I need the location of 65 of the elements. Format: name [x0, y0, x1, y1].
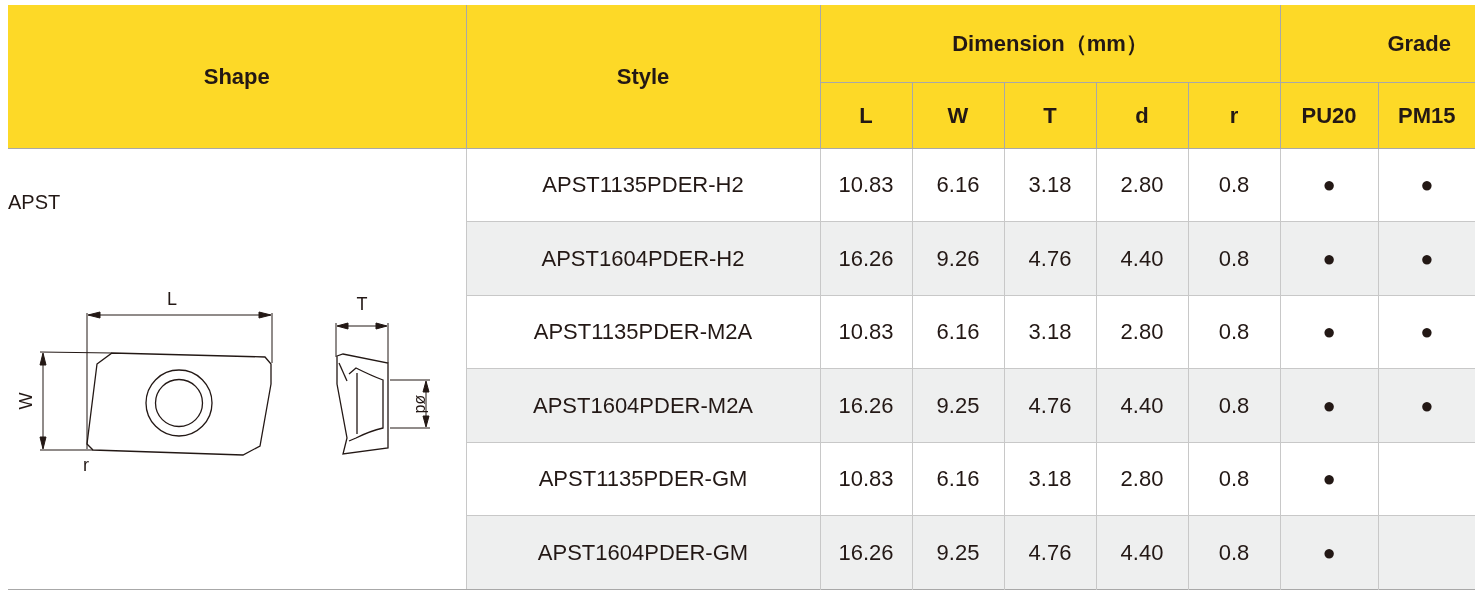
- table-cell: 9.26: [912, 221, 1004, 295]
- column-header: r: [1188, 82, 1281, 148]
- table-cell: 0.8: [1188, 368, 1281, 442]
- table-cell: 10.83: [820, 148, 912, 222]
- table-cell: 16.26: [820, 368, 912, 442]
- table-cell: 4.76: [1004, 221, 1096, 295]
- table-cell: 10.83: [820, 295, 912, 369]
- dimension-label: W: [16, 392, 36, 409]
- column-header: Style: [466, 5, 820, 148]
- table-cell: 9.25: [912, 368, 1004, 442]
- table-cell: 6.16: [912, 148, 1004, 222]
- table-cell: 6.16: [912, 295, 1004, 369]
- shape-name: APST: [8, 190, 61, 213]
- table-cell: ●: [1280, 221, 1379, 295]
- column-header: d: [1096, 82, 1188, 148]
- table-cell: APST1604PDER-H2: [466, 221, 820, 295]
- column-header: Grade: [1280, 5, 1476, 82]
- table-cell: 3.18: [1004, 148, 1096, 222]
- table-cell: ●: [1280, 515, 1379, 589]
- column-header: T: [1004, 82, 1096, 148]
- column-header: PM15: [1378, 82, 1476, 148]
- thickness-dimension-line: [335, 322, 389, 363]
- table-cell: 2.80: [1096, 295, 1188, 369]
- column-header: PU20: [1280, 82, 1379, 148]
- table-cell: APST1135PDER-GM: [466, 442, 820, 516]
- dimension-label: T: [356, 293, 368, 314]
- table-cell: 4.40: [1096, 515, 1188, 589]
- dimension-label: L: [167, 288, 177, 309]
- table-cell: 3.18: [1004, 442, 1096, 516]
- dimension-label: r: [83, 454, 89, 475]
- table-cell: ●: [1280, 442, 1379, 516]
- column-header: Dimension（mm）: [820, 5, 1281, 82]
- table-cell: APST1135PDER-M2A: [466, 295, 820, 369]
- table-cell: 4.40: [1096, 368, 1188, 442]
- table-cell: APST1604PDER-GM: [466, 515, 820, 589]
- table-cell: 3.18: [1004, 295, 1096, 369]
- table-cell: 0.8: [1188, 295, 1281, 369]
- column-header: Shape: [8, 5, 466, 148]
- table-cell: 0.8: [1188, 442, 1281, 516]
- dimension-label: ød: [413, 394, 430, 413]
- table-cell: 4.76: [1004, 515, 1096, 589]
- table-cell: ●: [1378, 148, 1476, 222]
- table-cell: 9.25: [912, 515, 1004, 589]
- table-cell: ●: [1280, 368, 1379, 442]
- table-cell: APST1604PDER-M2A: [466, 368, 820, 442]
- table-cell: ●: [1378, 295, 1476, 369]
- table-cell: 16.26: [820, 515, 912, 589]
- table-cell: 2.80: [1096, 442, 1188, 516]
- table-cell: 2.80: [1096, 148, 1188, 222]
- table-cell: 10.83: [820, 442, 912, 516]
- table-cell: ●: [1280, 295, 1379, 369]
- column-header: W: [912, 82, 1004, 148]
- table-cell: 4.40: [1096, 221, 1188, 295]
- column-header: L: [820, 82, 912, 148]
- table-cell: 6.16: [912, 442, 1004, 516]
- diameter-dimension-line: [389, 379, 431, 428]
- table-cell: ●: [1378, 368, 1476, 442]
- table-cell: 0.8: [1188, 148, 1281, 222]
- table-cell: 16.26: [820, 221, 912, 295]
- table-cell: ●: [1378, 221, 1476, 295]
- table-cell: ●: [1280, 148, 1379, 222]
- table-cell: 4.76: [1004, 368, 1096, 442]
- table-cell: 0.8: [1188, 515, 1281, 589]
- table-cell: APST1135PDER-H2: [466, 148, 820, 222]
- table-cell: 0.8: [1188, 221, 1281, 295]
